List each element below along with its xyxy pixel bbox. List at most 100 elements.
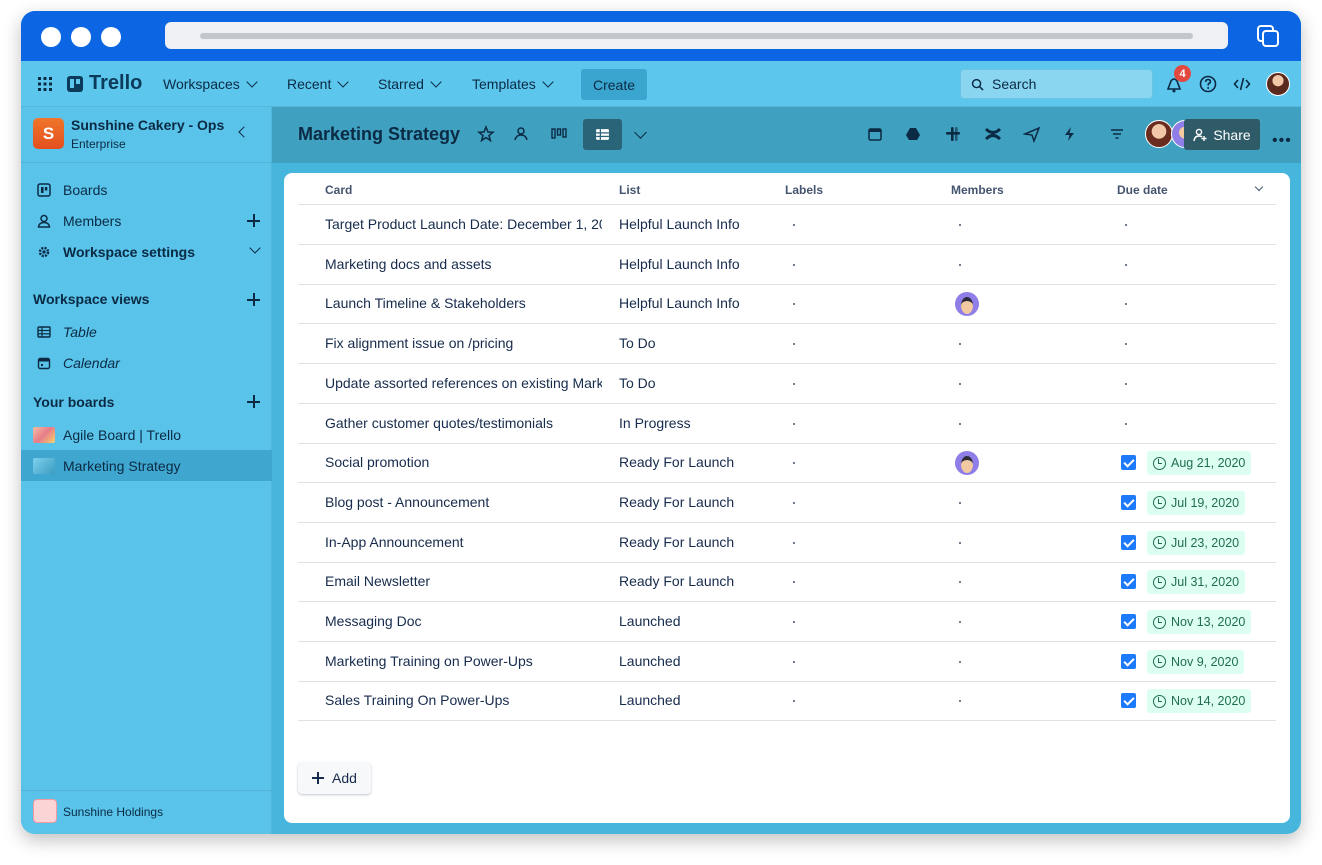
labels-empty[interactable] — [793, 422, 795, 425]
card-name[interactable]: In-App Announcement — [325, 534, 602, 550]
address-bar[interactable] — [165, 22, 1228, 49]
members-empty[interactable] — [959, 700, 961, 703]
labels-empty[interactable] — [793, 382, 795, 385]
search-input[interactable]: Search — [960, 69, 1153, 99]
tabs-icon[interactable] — [1256, 24, 1280, 48]
list-name[interactable]: Launched — [619, 653, 779, 669]
create-button[interactable]: Create — [581, 69, 647, 100]
table-row[interactable]: Social promotion Ready For Launch Aug 21, … — [298, 443, 1276, 484]
share-button[interactable]: Share — [1184, 119, 1260, 150]
add-member-icon[interactable] — [247, 214, 260, 227]
due-complete-checkbox[interactable] — [1121, 534, 1136, 550]
slack-icon[interactable] — [944, 125, 962, 143]
card-name[interactable]: Blog post - Announcement — [325, 494, 602, 510]
list-name[interactable]: In Progress — [619, 415, 779, 431]
calendar-powerup-icon[interactable] — [866, 125, 884, 143]
window-zoom-button[interactable] — [101, 27, 121, 47]
due-date-empty[interactable] — [1125, 422, 1127, 425]
sidebar-item-table[interactable]: Table — [21, 316, 272, 347]
members-empty[interactable] — [959, 263, 961, 266]
list-name[interactable]: Ready For Launch — [619, 454, 779, 470]
account-avatar[interactable] — [1266, 72, 1290, 96]
due-date-badge[interactable]: Jul 23, 2020 — [1147, 530, 1246, 555]
list-name[interactable]: To Do — [619, 375, 779, 391]
labels-empty[interactable] — [793, 700, 795, 703]
code-icon[interactable] — [1232, 74, 1252, 94]
star-icon[interactable] — [477, 125, 495, 143]
due-date-badge[interactable]: Nov 9, 2020 — [1147, 649, 1245, 674]
labels-empty[interactable] — [793, 501, 795, 504]
table-row[interactable]: Email Newsletter Ready For Launch Jul 31, … — [298, 562, 1276, 603]
table-row[interactable]: Blog post - Announcement Ready For Launch… — [298, 483, 1276, 523]
table-row[interactable]: Gather customer quotes/testimonials In Pr… — [298, 404, 1276, 444]
members-empty[interactable] — [959, 541, 961, 544]
table-row[interactable]: Launch Timeline & Stakeholders Helpful La… — [298, 284, 1276, 325]
recent-menu[interactable]: Recent — [279, 69, 355, 99]
sidebar-board-marketing[interactable]: Marketing Strategy — [21, 450, 272, 481]
collapse-sidebar-icon[interactable] — [238, 126, 250, 138]
card-name[interactable]: Target Product Launch Date: December 1, … — [325, 216, 602, 232]
list-name[interactable]: To Do — [619, 335, 779, 351]
card-name[interactable]: Email Newsletter — [325, 573, 602, 589]
card-name[interactable]: Gather customer quotes/testimonials — [325, 415, 602, 431]
sidebar-item-workspace-settings[interactable]: Workspace settings — [21, 236, 272, 267]
card-name[interactable]: Update assorted references on existing M… — [325, 375, 602, 391]
templates-menu[interactable]: Templates — [464, 69, 560, 99]
board-title[interactable]: Marketing Strategy — [298, 124, 460, 145]
sidebar-item-boards[interactable]: Boards — [21, 174, 272, 205]
due-complete-checkbox[interactable] — [1121, 455, 1136, 471]
table-row[interactable]: Fix alignment issue on /pricing To Do — [298, 324, 1276, 365]
labels-empty[interactable] — [793, 303, 795, 306]
column-header-card[interactable]: Card — [325, 183, 352, 197]
send-icon[interactable] — [1023, 125, 1041, 143]
due-date-badge[interactable]: Jul 31, 2020 — [1147, 570, 1246, 595]
labels-empty[interactable] — [793, 541, 795, 544]
card-name[interactable]: Launch Timeline & Stakeholders — [325, 295, 602, 311]
list-name[interactable]: Ready For Launch — [619, 534, 779, 550]
workspace-logo[interactable]: S — [33, 118, 64, 149]
members-empty[interactable] — [959, 581, 961, 584]
members-empty[interactable] — [959, 621, 961, 623]
members-empty[interactable] — [959, 660, 961, 663]
due-date-badge[interactable]: Nov 14, 2020 — [1147, 689, 1252, 714]
list-name[interactable]: Helpful Launch Info — [619, 295, 779, 311]
due-date-badge[interactable]: Nov 13, 2020 — [1147, 610, 1252, 634]
card-name[interactable]: Social promotion — [325, 454, 602, 470]
add-card-button[interactable]: Add — [298, 762, 371, 794]
sidebar-item-calendar[interactable]: Calendar — [21, 347, 272, 378]
table-row[interactable]: Target Product Launch Date: December 1, … — [298, 205, 1276, 245]
member-avatar[interactable] — [955, 292, 979, 317]
table-row[interactable]: Messaging Doc Launched Nov 13, 2020 — [298, 602, 1276, 642]
column-options-chevron-icon[interactable] — [1254, 182, 1264, 192]
members-empty[interactable] — [959, 343, 961, 346]
table-view-button[interactable] — [583, 119, 622, 150]
trello-logo[interactable]: Trello — [67, 72, 142, 95]
workspace-name[interactable]: Sunshine Cakery - Ops — [71, 117, 224, 133]
list-name[interactable]: Helpful Launch Info — [619, 256, 779, 272]
column-header-members[interactable]: Members — [951, 183, 1004, 197]
window-minimize-button[interactable] — [71, 27, 91, 47]
column-header-labels[interactable]: Labels — [785, 183, 823, 197]
workspaces-menu[interactable]: Workspaces — [155, 69, 264, 99]
members-empty[interactable] — [959, 501, 961, 504]
card-name[interactable]: Marketing Training on Power-Ups — [325, 653, 602, 669]
list-name[interactable]: Helpful Launch Info — [619, 216, 779, 232]
card-name[interactable]: Sales Training On Power-Ups — [325, 692, 602, 708]
members-empty[interactable] — [959, 224, 961, 226]
due-complete-checkbox[interactable] — [1121, 614, 1136, 629]
table-row[interactable]: In-App Announcement Ready For Launch Jul 2… — [298, 523, 1276, 563]
due-complete-checkbox[interactable] — [1121, 653, 1136, 669]
due-date-empty[interactable] — [1125, 382, 1127, 385]
labels-empty[interactable] — [793, 581, 795, 584]
labels-empty[interactable] — [793, 660, 795, 663]
board-view-icon[interactable] — [550, 125, 568, 143]
views-dropdown-icon[interactable] — [634, 126, 647, 139]
column-header-list[interactable]: List — [619, 183, 640, 197]
column-header-due-date[interactable]: Due date — [1117, 183, 1168, 197]
labels-empty[interactable] — [793, 263, 795, 266]
chevron-down-icon[interactable] — [249, 242, 261, 254]
board-member-avatar[interactable] — [1145, 120, 1173, 148]
due-date-empty[interactable] — [1125, 303, 1127, 306]
due-complete-checkbox[interactable] — [1121, 494, 1136, 510]
app-switcher-icon[interactable] — [37, 76, 53, 92]
